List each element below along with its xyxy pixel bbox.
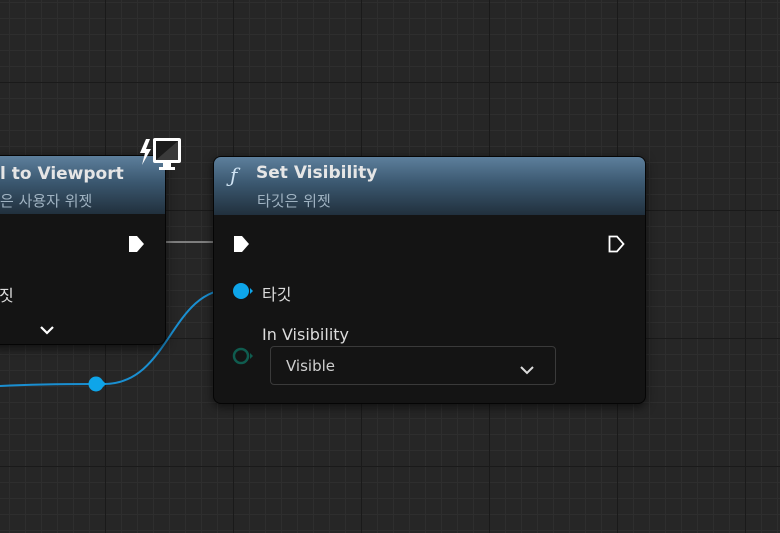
object-pin-icon xyxy=(233,283,253,299)
reroute-knot[interactable] xyxy=(87,375,107,393)
enum-pin-icon xyxy=(232,347,253,365)
exec-in-pin[interactable] xyxy=(232,234,252,258)
object-wire-in xyxy=(0,383,93,387)
exec-out-pin[interactable] xyxy=(127,234,147,258)
function-icon: ƒ xyxy=(230,163,238,187)
add-to-viewport-node[interactable]: l to Viewport 은 사용자 위젯 짓 xyxy=(0,155,166,345)
client-only-icon xyxy=(137,135,185,173)
exec-pin-icon xyxy=(608,235,625,253)
set-visibility-node[interactable]: ƒ Set Visibility 타깃은 위젯 타깃 In Visibility… xyxy=(213,156,646,404)
exec-pin-icon xyxy=(234,236,249,252)
chevron-down-icon xyxy=(40,326,54,335)
return-pin-label: 짓 xyxy=(0,286,14,305)
chevron-down-icon xyxy=(519,361,535,380)
node-title: Set Visibility xyxy=(256,163,378,183)
exec-pin-icon xyxy=(129,236,144,252)
node-subtitle: 타깃은 위젯 xyxy=(257,192,331,210)
visibility-pin[interactable] xyxy=(231,346,255,370)
target-pin-label: 타깃 xyxy=(262,285,292,304)
target-pin[interactable] xyxy=(231,281,255,305)
node-title: l to Viewport xyxy=(0,164,124,184)
exec-out-pin[interactable] xyxy=(607,234,627,258)
visibility-pin-label: In Visibility xyxy=(262,325,349,344)
advanced-expand-button[interactable] xyxy=(39,321,55,340)
node-subtitle: 은 사용자 위젯 xyxy=(0,192,93,210)
visibility-dropdown[interactable]: Visible xyxy=(270,346,556,385)
visibility-dropdown-value: Visible xyxy=(286,357,335,375)
